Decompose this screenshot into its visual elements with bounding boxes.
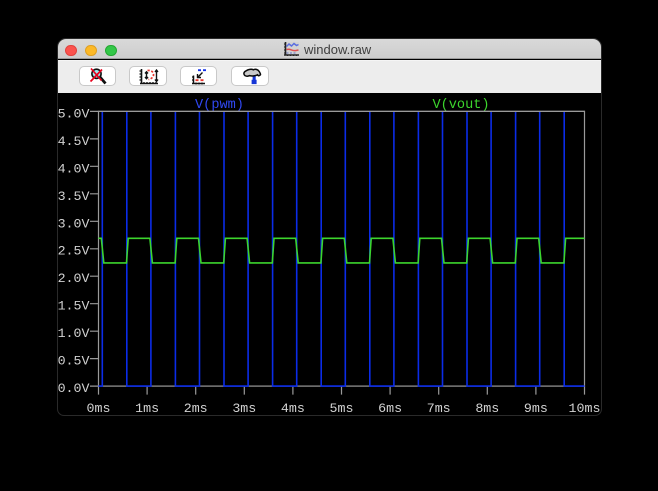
svg-text:V(vout): V(vout) (432, 98, 489, 113)
svg-text:10ms: 10ms (569, 401, 601, 416)
svg-text:0.5V: 0.5V (58, 354, 90, 369)
svg-text:5.0V: 5.0V (58, 106, 90, 121)
svg-text:1.5V: 1.5V (58, 299, 90, 314)
svg-text:7ms: 7ms (427, 401, 451, 416)
svg-text:2.5V: 2.5V (58, 244, 90, 259)
svg-text:6ms: 6ms (378, 401, 402, 416)
svg-text:V(pwm): V(pwm) (195, 98, 244, 113)
svg-text:1.0V: 1.0V (58, 326, 90, 341)
svg-text:4.5V: 4.5V (58, 134, 90, 149)
svg-text:5ms: 5ms (330, 401, 354, 416)
svg-text:9ms: 9ms (524, 401, 548, 416)
svg-text:0.0V: 0.0V (58, 381, 90, 396)
svg-text:4.0V: 4.0V (58, 161, 90, 176)
svg-text:4ms: 4ms (281, 401, 305, 416)
svg-text:3.0V: 3.0V (58, 216, 90, 231)
svg-text:3.5V: 3.5V (58, 189, 90, 204)
svg-text:3ms: 3ms (232, 401, 256, 416)
svg-text:2ms: 2ms (184, 401, 208, 416)
svg-text:0ms: 0ms (87, 401, 111, 416)
svg-text:1ms: 1ms (135, 401, 159, 416)
svg-text:8ms: 8ms (475, 401, 499, 416)
svg-text:2.0V: 2.0V (58, 271, 90, 286)
